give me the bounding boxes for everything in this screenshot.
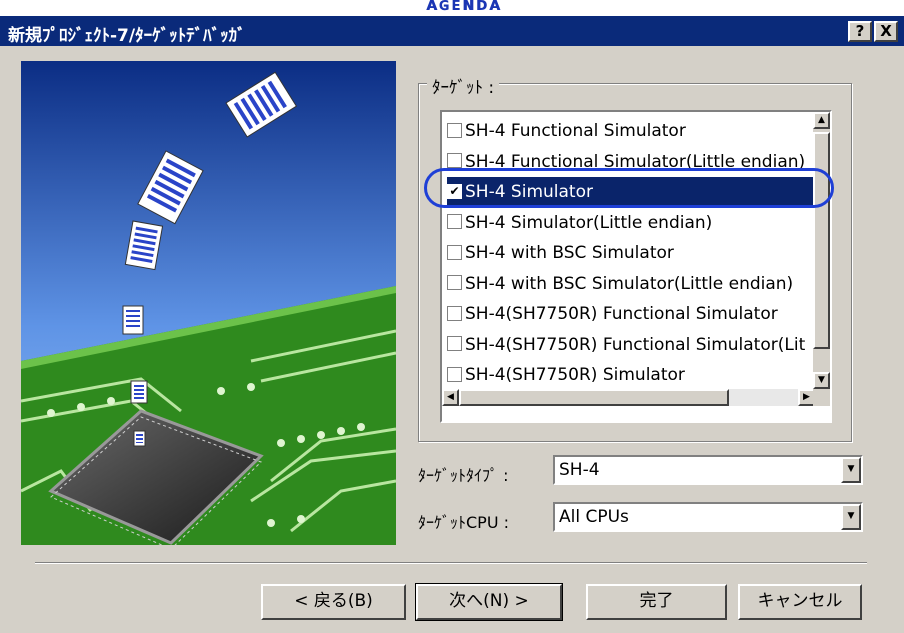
checkbox-icon[interactable]: [447, 336, 462, 351]
target-list-item[interactable]: SH-4 Simulator(Little endian): [447, 208, 815, 238]
target-cpu-label: ﾀｰｹﾞｯﾄCPU :: [418, 513, 510, 532]
target-list-item-label: SH-4 Simulator(Little endian): [465, 212, 713, 233]
target-list-item[interactable]: SH-4(SH7750R) Simulator: [447, 360, 815, 389]
dialog-window: ᴀɢᴇɴᴅᴀ 新規ﾌﾟﾛｼﾞｪｸﾄ-7/ﾀｰｹﾞｯﾄﾃﾞﾊﾞｯｶﾞ ? X ﾀｰ…: [0, 0, 904, 633]
target-type-select[interactable]: SH-4 ▼: [553, 455, 863, 485]
top-strip: ᴀɢᴇɴᴅᴀ: [0, 0, 904, 16]
vertical-scrollbar[interactable]: ▲ ▼: [813, 112, 830, 389]
scroll-down-icon[interactable]: ▼: [813, 372, 830, 389]
selection-highlight-ring: [424, 168, 834, 208]
button-separator: [35, 562, 867, 564]
close-button[interactable]: X: [874, 21, 898, 42]
checkbox-icon[interactable]: [447, 275, 462, 290]
finish-button[interactable]: 完了: [586, 584, 727, 620]
target-list-item-label: SH-4(SH7750R) Functional Simulator(Lit: [465, 334, 806, 355]
scroll-corner: [813, 389, 830, 406]
back-button[interactable]: < 戻る(B): [261, 584, 406, 620]
target-group-label: ﾀｰｹﾞｯﾄ :: [427, 73, 500, 98]
checkbox-icon[interactable]: [447, 244, 462, 260]
top-strip-text: ᴀɢᴇɴᴅᴀ: [426, 0, 502, 15]
target-list-item[interactable]: SH-4(SH7750R) Functional Simulator(Lit: [447, 330, 815, 360]
target-list: SH-4 Functional Simulator SH-4 Functional…: [442, 112, 815, 389]
checkbox-icon[interactable]: [447, 122, 462, 138]
target-list-item-label: SH-4 with BSC Simulator(Little endian): [465, 273, 794, 294]
checkbox-icon[interactable]: [447, 305, 462, 321]
cancel-button[interactable]: キャンセル: [738, 584, 862, 620]
target-type-dropdown-icon[interactable]: ▼: [841, 457, 861, 483]
horizontal-scroll-thumb[interactable]: [459, 389, 729, 406]
target-list-item[interactable]: SH-4(SH7750R) Functional Simulator: [447, 299, 815, 329]
help-button[interactable]: ?: [848, 21, 872, 42]
vertical-scroll-thumb[interactable]: [813, 132, 830, 349]
checkbox-icon[interactable]: [447, 366, 462, 382]
target-list-item[interactable]: SH-4 Functional Simulator: [447, 116, 815, 146]
checkbox-icon[interactable]: [447, 214, 462, 229]
target-type-label: ﾀｰｹﾞｯﾄﾀｲﾌﾟ :: [418, 466, 509, 485]
next-button[interactable]: 次へ(N) >: [415, 583, 563, 621]
target-cpu-dropdown-icon[interactable]: ▼: [841, 504, 861, 530]
target-list-item-label: SH-4(SH7750R) Functional Simulator: [465, 304, 778, 324]
chip-illustration-image: [21, 61, 396, 545]
scroll-up-icon[interactable]: ▲: [813, 112, 830, 129]
target-list-item[interactable]: SH-4 with BSC Simulator(Little endian): [447, 269, 815, 299]
wizard-illustration: [21, 61, 396, 545]
target-cpu-select[interactable]: All CPUs ▼: [553, 502, 863, 532]
window-title: 新規ﾌﾟﾛｼﾞｪｸﾄ-7/ﾀｰｹﾞｯﾄﾃﾞﾊﾞｯｶﾞ: [8, 26, 246, 46]
scroll-left-icon[interactable]: ◀: [442, 389, 459, 406]
horizontal-scrollbar[interactable]: ◀ ▶: [442, 389, 815, 406]
target-list-item-label: SH-4 Functional Simulator: [465, 121, 686, 141]
target-list-item-label: SH-4 with BSC Simulator: [465, 243, 674, 263]
target-type-value: SH-4: [559, 460, 600, 480]
title-bar: 新規ﾌﾟﾛｼﾞｪｸﾄ-7/ﾀｰｹﾞｯﾄﾃﾞﾊﾞｯｶﾞ ? X: [0, 16, 904, 46]
target-list-item[interactable]: SH-4 with BSC Simulator: [447, 238, 815, 268]
target-list-item-label: SH-4(SH7750R) Simulator: [465, 365, 685, 385]
target-cpu-value: All CPUs: [559, 507, 629, 527]
checkbox-icon[interactable]: [447, 153, 462, 168]
target-listbox[interactable]: SH-4 Functional Simulator SH-4 Functional…: [440, 110, 832, 423]
